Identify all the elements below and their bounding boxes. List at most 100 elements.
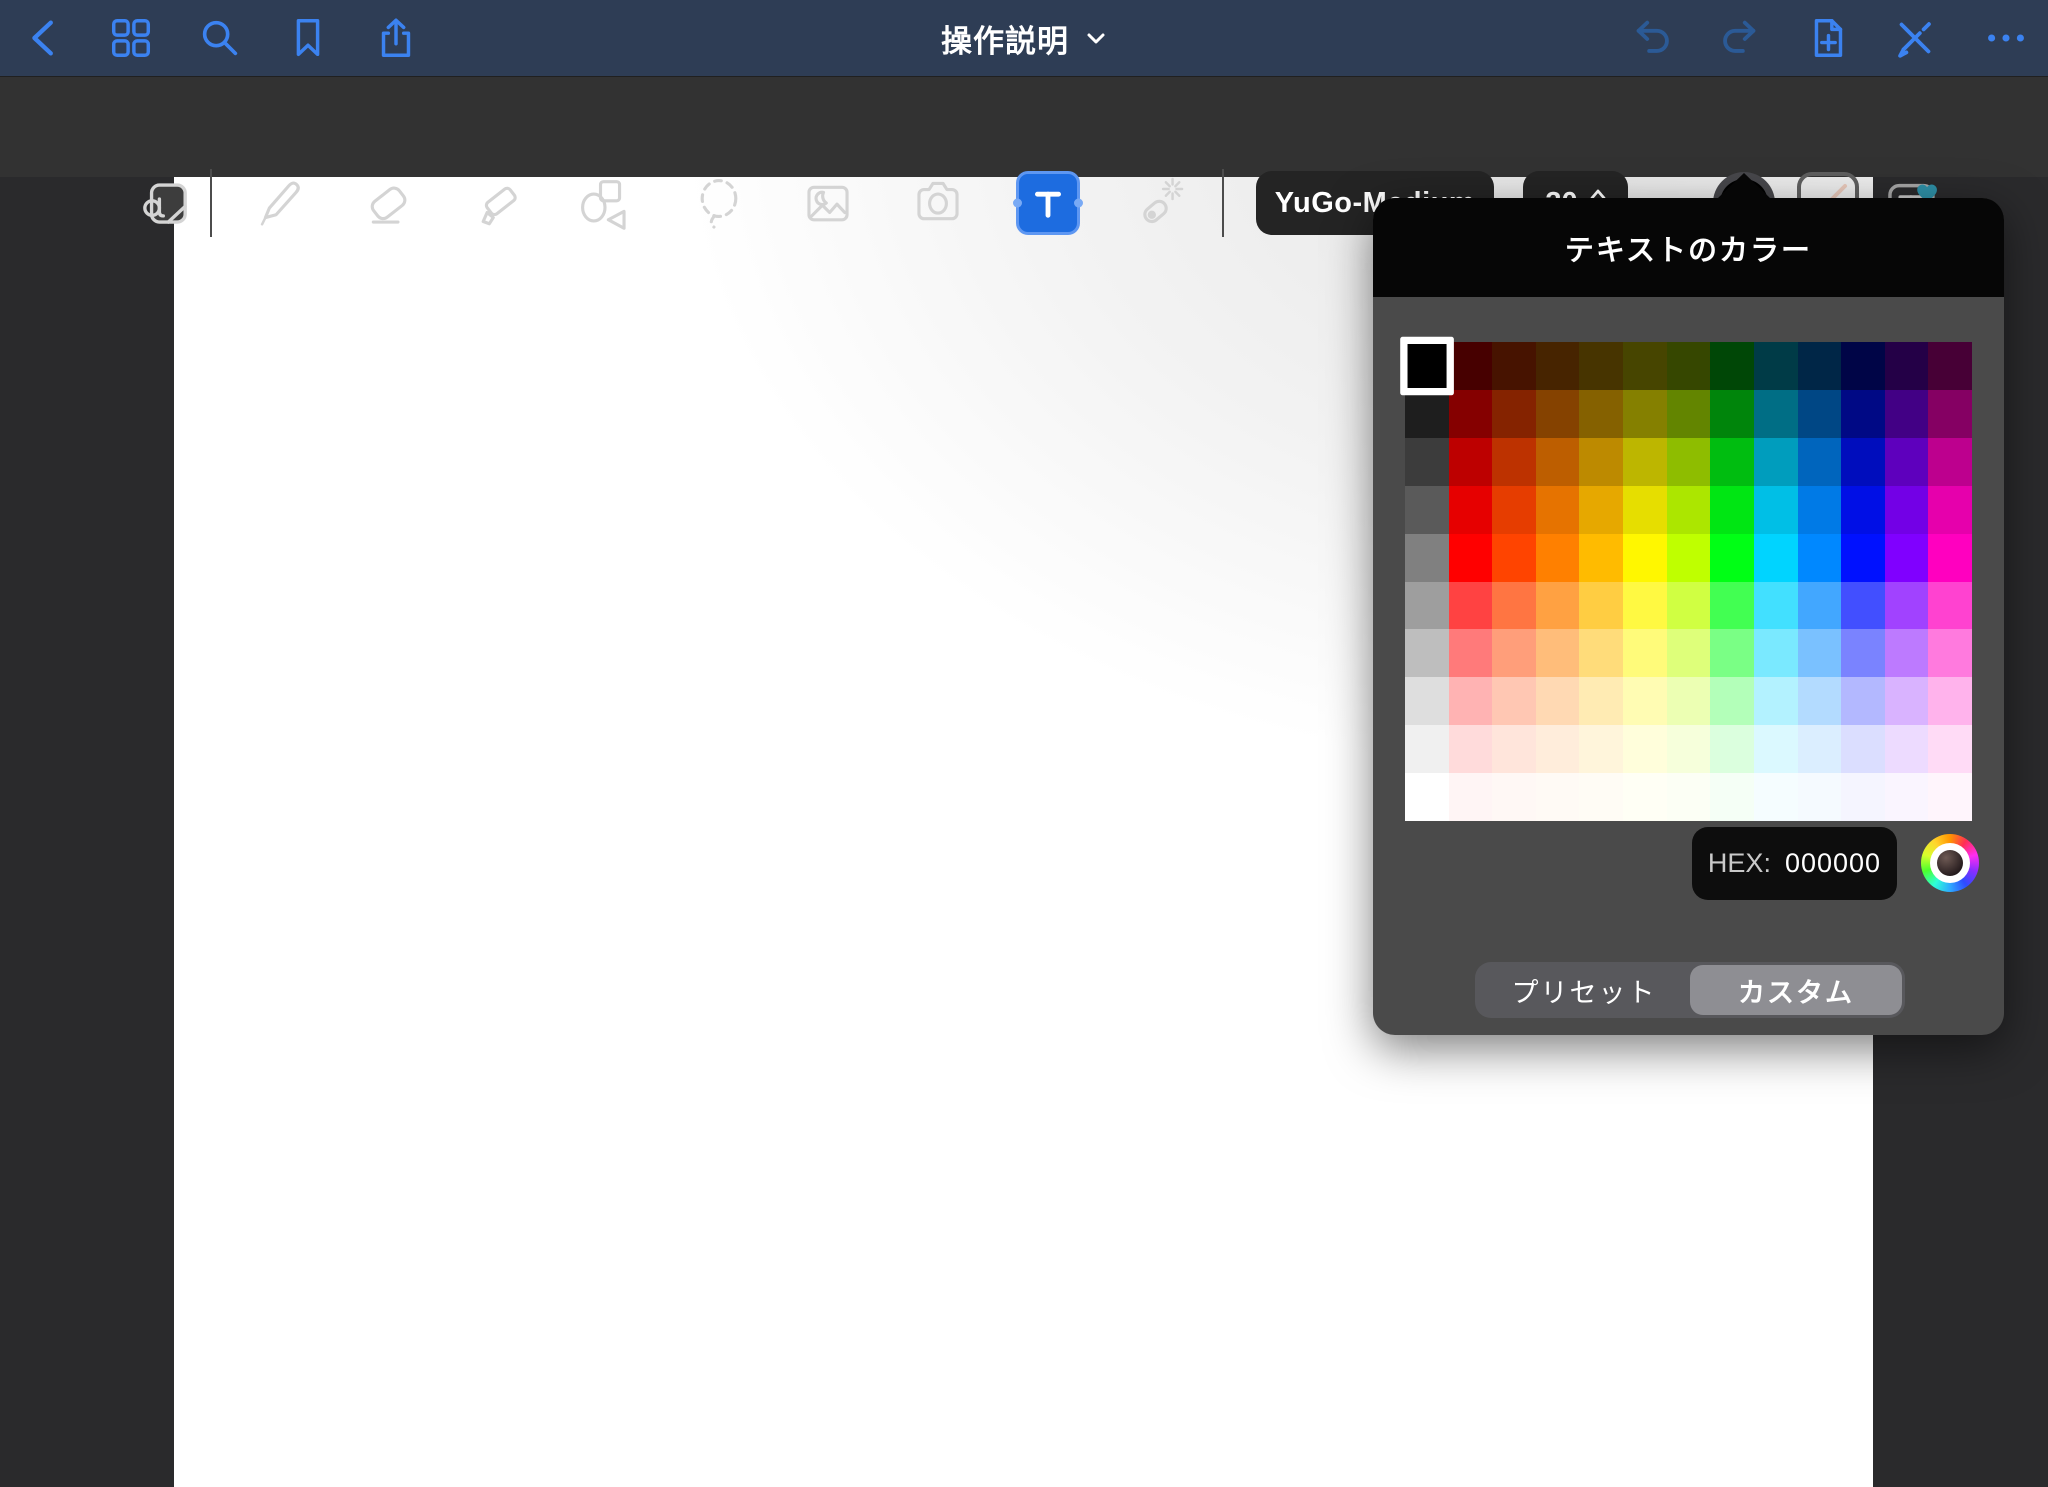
color-swatch[interactable]: [1928, 725, 1972, 773]
tab-preset[interactable]: プリセット: [1478, 965, 1690, 1015]
color-swatch[interactable]: [1492, 677, 1536, 725]
color-swatch[interactable]: [1928, 677, 1972, 725]
color-swatch[interactable]: [1885, 725, 1929, 773]
color-swatch[interactable]: [1579, 677, 1623, 725]
color-swatch[interactable]: [1405, 725, 1449, 773]
color-swatch[interactable]: [1623, 486, 1667, 534]
color-swatch[interactable]: [1754, 582, 1798, 630]
color-swatch[interactable]: [1579, 582, 1623, 630]
color-swatch[interactable]: [1536, 582, 1580, 630]
color-swatch[interactable]: [1536, 342, 1580, 390]
color-swatch[interactable]: [1449, 725, 1493, 773]
color-swatch[interactable]: [1449, 629, 1493, 677]
color-swatch[interactable]: [1536, 534, 1580, 582]
color-swatch[interactable]: [1928, 629, 1972, 677]
color-wheel-button[interactable]: [1921, 834, 1979, 892]
color-swatch[interactable]: [1667, 342, 1711, 390]
color-swatch[interactable]: [1885, 438, 1929, 486]
color-swatch[interactable]: [1885, 773, 1929, 821]
color-swatch[interactable]: [1798, 438, 1842, 486]
color-swatch[interactable]: [1885, 582, 1929, 630]
color-swatch[interactable]: [1841, 438, 1885, 486]
color-swatch[interactable]: [1710, 438, 1754, 486]
color-swatch[interactable]: [1754, 725, 1798, 773]
color-swatch[interactable]: [1623, 773, 1667, 821]
color-swatch[interactable]: [1885, 629, 1929, 677]
stop-editing-button[interactable]: [1891, 14, 1939, 62]
color-swatch[interactable]: [1449, 390, 1493, 438]
shapes-tool-button[interactable]: [578, 176, 632, 230]
color-swatch[interactable]: [1885, 534, 1929, 582]
add-page-button[interactable]: [1804, 14, 1852, 62]
color-swatch[interactable]: [1492, 534, 1536, 582]
color-swatch[interactable]: [1623, 677, 1667, 725]
search-button[interactable]: [196, 14, 244, 62]
color-swatch[interactable]: [1449, 677, 1493, 725]
color-swatch[interactable]: [1579, 629, 1623, 677]
color-swatch[interactable]: [1710, 773, 1754, 821]
color-swatch[interactable]: [1754, 534, 1798, 582]
color-swatch[interactable]: [1710, 582, 1754, 630]
color-swatch[interactable]: [1405, 390, 1449, 438]
color-swatch[interactable]: [1754, 773, 1798, 821]
image-tool-button[interactable]: [801, 176, 855, 230]
undo-button[interactable]: [1629, 14, 1677, 62]
color-swatch[interactable]: [1798, 773, 1842, 821]
color-swatch[interactable]: [1405, 773, 1449, 821]
color-swatch[interactable]: [1710, 390, 1754, 438]
color-swatch[interactable]: [1579, 725, 1623, 773]
color-swatch[interactable]: [1579, 486, 1623, 534]
color-swatch[interactable]: [1798, 582, 1842, 630]
color-swatch[interactable]: [1492, 629, 1536, 677]
color-swatch[interactable]: [1623, 390, 1667, 438]
color-swatch[interactable]: [1449, 438, 1493, 486]
laser-pointer-button[interactable]: [1131, 176, 1185, 230]
color-swatch[interactable]: [1492, 390, 1536, 438]
color-swatch[interactable]: [1710, 725, 1754, 773]
color-swatch[interactable]: [1754, 390, 1798, 438]
color-swatch[interactable]: [1841, 677, 1885, 725]
eraser-tool-button[interactable]: [362, 176, 416, 230]
redo-button[interactable]: [1715, 14, 1763, 62]
thumbnails-button[interactable]: [107, 14, 155, 62]
color-swatch[interactable]: [1798, 629, 1842, 677]
color-swatch[interactable]: [1492, 725, 1536, 773]
camera-tool-button[interactable]: [911, 176, 965, 230]
paper-style-button[interactable]: [138, 176, 192, 230]
color-swatch[interactable]: [1536, 486, 1580, 534]
bookmark-button[interactable]: [284, 14, 332, 62]
color-swatch[interactable]: [1536, 773, 1580, 821]
color-swatch[interactable]: [1841, 773, 1885, 821]
color-swatch[interactable]: [1579, 773, 1623, 821]
color-swatch[interactable]: [1928, 773, 1972, 821]
color-swatch[interactable]: [1798, 725, 1842, 773]
tab-custom[interactable]: カスタム: [1690, 965, 1902, 1015]
color-swatch[interactable]: [1449, 773, 1493, 821]
color-swatch[interactable]: [1536, 629, 1580, 677]
color-swatch[interactable]: [1492, 582, 1536, 630]
pen-tool-button[interactable]: [253, 176, 307, 230]
highlighter-tool-button[interactable]: [473, 176, 527, 230]
color-swatch[interactable]: [1928, 342, 1972, 390]
color-swatch[interactable]: [1928, 486, 1972, 534]
share-button[interactable]: [372, 14, 420, 62]
back-button[interactable]: [21, 14, 69, 62]
color-swatch[interactable]: [1536, 390, 1580, 438]
color-swatch[interactable]: [1449, 534, 1493, 582]
color-swatch[interactable]: [1579, 390, 1623, 438]
lasso-tool-button[interactable]: [692, 176, 746, 230]
color-swatch[interactable]: [1405, 534, 1449, 582]
color-swatch[interactable]: [1928, 438, 1972, 486]
color-swatch[interactable]: [1667, 438, 1711, 486]
color-swatch[interactable]: [1754, 342, 1798, 390]
color-swatch[interactable]: [1928, 534, 1972, 582]
color-swatch[interactable]: [1885, 677, 1929, 725]
color-swatch[interactable]: [1623, 582, 1667, 630]
color-swatch[interactable]: [1710, 486, 1754, 534]
color-swatch[interactable]: [1492, 342, 1536, 390]
color-swatch[interactable]: [1623, 725, 1667, 773]
color-swatch[interactable]: [1710, 534, 1754, 582]
color-swatch[interactable]: [1798, 677, 1842, 725]
color-swatch[interactable]: [1405, 486, 1449, 534]
color-swatch[interactable]: [1841, 534, 1885, 582]
